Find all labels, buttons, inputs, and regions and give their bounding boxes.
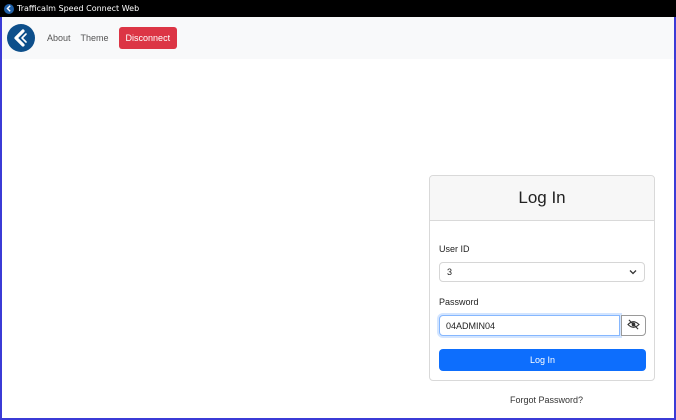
eye-slash-icon [627, 317, 640, 335]
user-id-select[interactable]: 3 [439, 262, 645, 282]
nav-theme-link[interactable]: Theme [81, 33, 109, 43]
nav-about-link[interactable]: About [47, 33, 71, 43]
user-id-value: 3 [447, 267, 453, 277]
window-title: Trafficalm Speed Connect Web [17, 4, 140, 13]
window-titlebar: Trafficalm Speed Connect Web [0, 0, 676, 17]
chevron-down-icon [628, 267, 638, 279]
login-card-header: Log In [430, 176, 654, 221]
navbar: About Theme Disconnect [2, 17, 674, 59]
forgot-password-link[interactable]: Forgot Password? [510, 395, 583, 405]
password-label: Password [439, 297, 479, 307]
password-visibility-toggle[interactable] [621, 315, 646, 336]
user-id-label: User ID [439, 244, 470, 254]
password-input[interactable]: 04ADMIN04 [439, 315, 620, 336]
password-value: 04ADMIN04 [446, 320, 496, 331]
disconnect-button[interactable]: Disconnect [118, 27, 178, 49]
login-card: Log In User ID 3 Password 04ADMIN04 Log … [429, 175, 655, 381]
login-title: Log In [518, 188, 566, 207]
login-button[interactable]: Log In [439, 349, 646, 371]
trafficalm-logo-icon[interactable] [7, 24, 35, 52]
app-icon [4, 3, 14, 14]
